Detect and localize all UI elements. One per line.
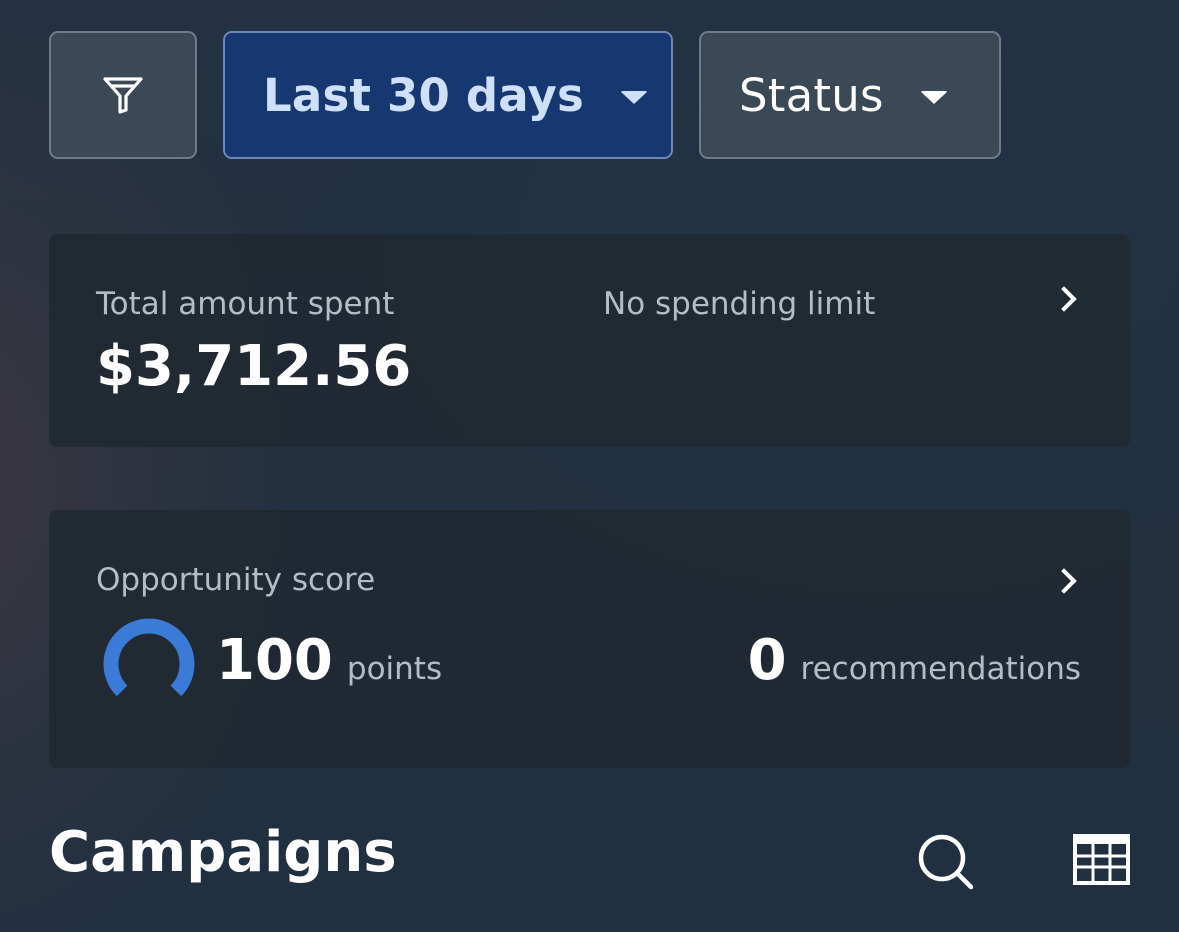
status-label: Status xyxy=(739,68,884,122)
campaigns-title: Campaigns xyxy=(49,820,397,885)
spend-card[interactable]: Total amount spent $3,712.56 No spending… xyxy=(49,234,1130,447)
recommendations-metric: 0 recommendations xyxy=(748,628,1081,693)
chevron-right-icon[interactable] xyxy=(1051,568,1077,594)
filter-button[interactable] xyxy=(49,31,197,159)
score-gauge-icon xyxy=(103,618,195,697)
total-spent-label: Total amount spent xyxy=(96,286,395,322)
score-value: 100 xyxy=(216,628,333,693)
opportunity-score-card[interactable]: Opportunity score 100 points 0 recommend… xyxy=(49,510,1130,768)
date-range-dropdown[interactable]: Last 30 days xyxy=(223,31,673,159)
caret-down-icon xyxy=(919,90,948,104)
score-unit: points xyxy=(346,651,443,687)
spending-limit-label: No spending limit xyxy=(603,286,876,322)
recommendations-unit: recommendations xyxy=(800,651,1081,687)
score-metric: 100 points xyxy=(216,628,442,693)
total-spent-amount: $3,712.56 xyxy=(96,334,412,399)
chevron-right-icon[interactable] xyxy=(1051,286,1077,312)
date-range-label: Last 30 days xyxy=(263,68,585,122)
opportunity-score-label: Opportunity score xyxy=(96,562,376,598)
filter-funnel-icon xyxy=(103,77,143,114)
table-view-icon[interactable] xyxy=(1073,834,1130,885)
status-dropdown[interactable]: Status xyxy=(699,31,1001,159)
caret-down-icon xyxy=(620,90,649,104)
recommendations-count: 0 xyxy=(747,628,787,693)
search-icon[interactable] xyxy=(916,832,976,892)
